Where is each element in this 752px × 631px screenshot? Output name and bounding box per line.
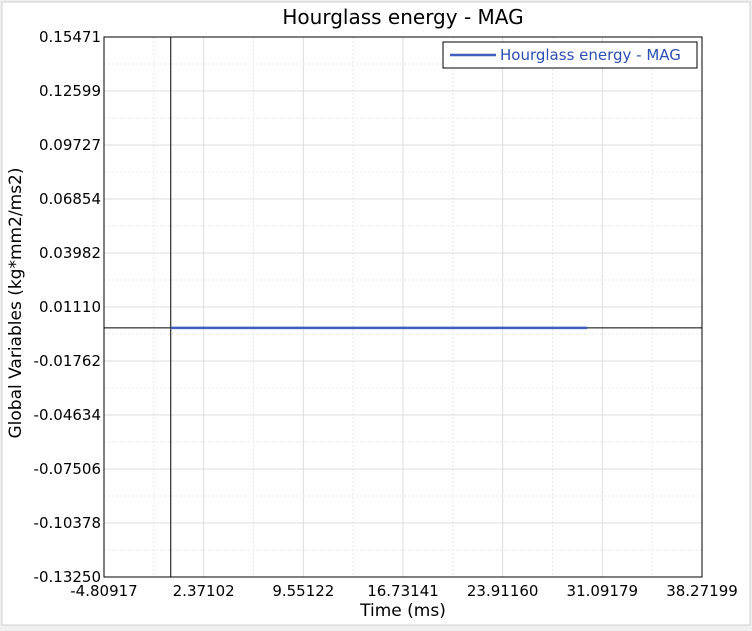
- grid: [103, 36, 703, 578]
- x-tick-label: 16.73141: [367, 582, 439, 600]
- y-tick-label: 0.15471: [39, 28, 101, 46]
- x-tick-label: 23.91160: [467, 582, 539, 600]
- y-tick-label: 0.01110: [39, 298, 101, 316]
- figure-background: [1, 1, 751, 626]
- chart-figure: -4.80917 2.37102 9.55122 16.73141 23.91160 31…: [0, 0, 752, 627]
- y-tick-label: 0.06854: [39, 190, 101, 208]
- y-tick-label: 0.12599: [39, 82, 101, 100]
- x-tick-label: 38.27199: [666, 582, 738, 600]
- legend-label: Hourglass energy - MAG: [500, 46, 681, 64]
- y-tick-label: 0.09727: [39, 136, 101, 154]
- chart-title: Hourglass energy - MAG: [282, 5, 523, 29]
- y-tick-label: -0.10378: [34, 514, 101, 532]
- y-tick-label: -0.04634: [34, 406, 101, 424]
- y-tick-label: -0.13250: [34, 568, 101, 586]
- y-tick-label: -0.07506: [34, 460, 101, 478]
- chart-svg: -4.80917 2.37102 9.55122 16.73141 23.91160 31…: [1, 1, 751, 626]
- x-tick-label: 2.37102: [173, 582, 235, 600]
- y-tick-label: -0.01762: [34, 352, 101, 370]
- legend: Hourglass energy - MAG: [442, 41, 698, 69]
- y-axis-label: Global Variables (kg*mm2/ms2): [6, 167, 26, 438]
- x-tick-label: 31.09179: [567, 582, 639, 600]
- x-tick-label: 9.55122: [272, 582, 334, 600]
- x-axis-label: Time (ms): [359, 601, 446, 621]
- y-tick-label: 0.03982: [39, 244, 101, 262]
